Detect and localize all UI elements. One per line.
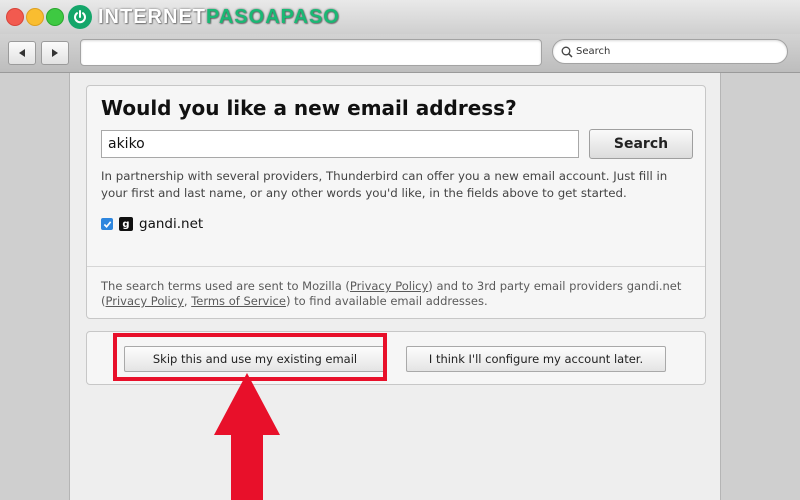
browser-toolbar: Search [0,34,800,73]
back-button[interactable] [8,41,36,65]
title-bar: INTERNETPASOAPASO [0,0,800,34]
mozilla-privacy-policy-link[interactable]: Privacy Policy [350,279,428,293]
close-window-button[interactable] [6,8,24,26]
brand-logo: INTERNETPASOAPASO [68,4,340,30]
privacy-notice: The search terms used are sent to Mozill… [101,279,682,308]
gandi-privacy-policy-link[interactable]: Privacy Policy [106,294,184,308]
provider-item[interactable]: g gandi.net [101,216,203,232]
new-email-panel: Would you like a new email address? Sear… [86,85,706,319]
divider [87,266,705,267]
search-icon [561,46,573,58]
checkmark-icon [103,220,111,228]
search-placeholder: Search [576,46,611,57]
up-arrow-icon [214,373,280,500]
maximize-window-button[interactable] [46,8,64,26]
provider-checkbox[interactable] [101,218,113,230]
provider-name: gandi.net [139,216,204,232]
configure-later-button[interactable]: I think I'll configure my account later. [406,346,666,372]
gandi-terms-link[interactable]: Terms of Service [191,294,286,308]
minimize-window-button[interactable] [26,8,44,26]
back-arrow-icon [19,49,25,57]
dialog-heading: Would you like a new email address? [101,96,517,120]
forward-button[interactable] [41,41,69,65]
brand-name: INTERNETPASOAPASO [98,5,340,28]
name-search-input[interactable] [101,130,579,158]
search-button[interactable]: Search [589,129,693,159]
gandi-icon: g [119,217,133,231]
browser-search-input[interactable]: Search [552,39,788,64]
url-bar[interactable] [80,39,542,66]
content-area: Would you like a new email address? Sear… [0,73,800,500]
power-icon [68,5,92,29]
forward-arrow-icon [52,49,58,57]
account-setup-dialog: Would you like a new email address? Sear… [69,73,721,500]
partnership-description: In partnership with several providers, T… [101,169,668,200]
